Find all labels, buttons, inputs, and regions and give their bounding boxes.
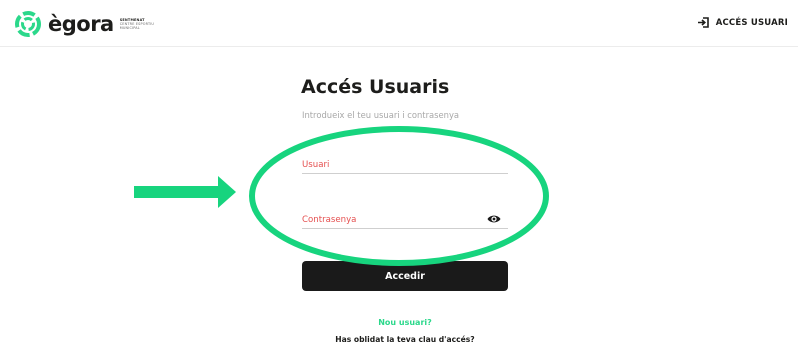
logo-tagline-line: MUNICIPAL <box>119 26 140 30</box>
new-user-link[interactable]: Nou usuari? <box>302 318 508 327</box>
logo-tagline: SENTMENAT CENTRE ESPORTIU MUNICIPAL <box>120 18 154 30</box>
eye-icon[interactable] <box>487 214 501 224</box>
forgot-password-link[interactable]: Has oblidat la teva clau d'accés? <box>302 335 508 344</box>
top-header: ègora SENTMENAT CENTRE ESPORTIU MUNICIPA… <box>0 0 798 47</box>
annotation-overlay <box>134 126 549 266</box>
password-input[interactable] <box>302 213 482 227</box>
username-input[interactable] <box>302 158 482 172</box>
annotation-ellipse <box>249 126 549 266</box>
page: ègora SENTMENAT CENTRE ESPORTIU MUNICIPA… <box>0 0 798 352</box>
page-title: Accés Usuaris <box>301 76 450 98</box>
user-access-link[interactable]: ACCÉS USUARI <box>697 17 788 28</box>
sign-in-icon <box>697 17 709 28</box>
password-field <box>302 213 508 229</box>
user-access-label: ACCÉS USUARI <box>715 17 788 28</box>
brand-logo[interactable]: ègora SENTMENAT CENTRE ESPORTIU MUNICIPA… <box>14 10 154 38</box>
logo-wordmark: ègora <box>48 12 114 36</box>
annotation-arrow-head <box>218 176 236 208</box>
page-subtitle: Introdueix el teu usuari i contrasenya <box>302 110 460 120</box>
logo-swirl-icon <box>15 11 41 37</box>
annotation-arrow-shaft <box>134 186 220 198</box>
submit-button[interactable]: Accedir <box>302 261 508 291</box>
username-field <box>302 158 508 174</box>
